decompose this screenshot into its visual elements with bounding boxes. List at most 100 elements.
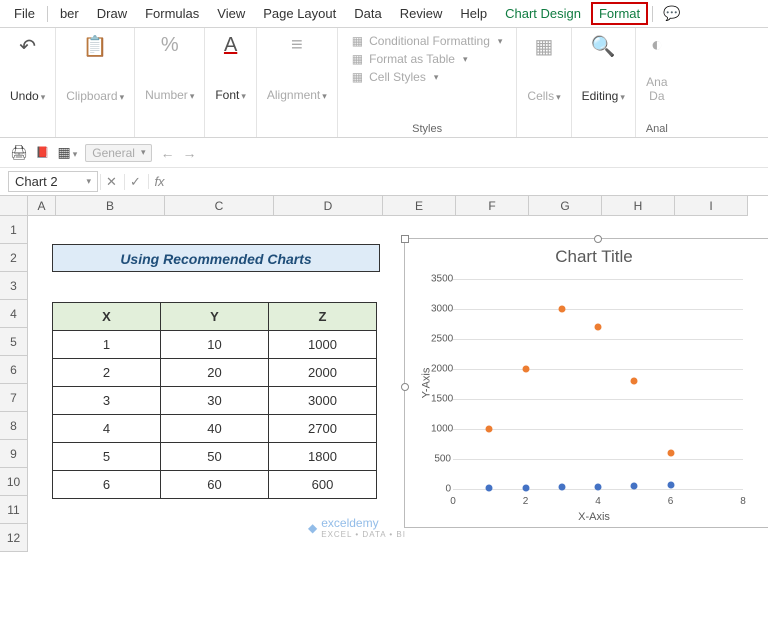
data-point[interactable] <box>486 426 493 433</box>
name-box[interactable]: Chart 2▾ <box>8 171 98 192</box>
cancel-icon[interactable]: ✕ <box>100 174 122 190</box>
tab-data[interactable]: Data <box>346 2 389 25</box>
tab-partial[interactable]: ber <box>52 2 87 25</box>
table-header[interactable]: Y <box>161 303 269 331</box>
increase-decimal-icon[interactable]: → <box>182 145 196 161</box>
table-cell[interactable]: 20 <box>161 359 269 387</box>
tab-format[interactable]: Format <box>591 2 648 25</box>
row-header[interactable]: 10 <box>0 468 28 496</box>
row-header[interactable]: 11 <box>0 496 28 524</box>
column-header[interactable]: B <box>56 196 165 216</box>
data-point[interactable] <box>558 306 565 313</box>
tab-help[interactable]: Help <box>452 2 495 25</box>
resize-handle[interactable] <box>594 235 602 243</box>
table-cell[interactable]: 600 <box>269 471 377 499</box>
data-point[interactable] <box>522 484 529 491</box>
tab-draw[interactable]: Draw <box>89 2 135 25</box>
row-header[interactable]: 9 <box>0 440 28 468</box>
table-cell[interactable]: 10 <box>161 331 269 359</box>
plot-area[interactable] <box>453 279 743 489</box>
table-header[interactable]: X <box>53 303 161 331</box>
print-icon[interactable]: 🖨 <box>10 144 28 161</box>
row-header[interactable]: 1 <box>0 216 28 244</box>
group-font[interactable]: A Font▾ <box>205 28 257 137</box>
chart-title[interactable]: Chart Title <box>405 239 768 271</box>
row-header[interactable]: 6 <box>0 356 28 384</box>
pdf-icon[interactable]: 📕 <box>36 146 50 159</box>
embedded-chart[interactable]: Chart Title Y-Axis Z-Axis X-Axis 0500100… <box>404 238 768 528</box>
column-header[interactable]: H <box>602 196 675 216</box>
conditional-formatting-button: ▦Conditional Formatting▾ <box>352 34 503 48</box>
decrease-decimal-icon[interactable]: ← <box>160 145 174 161</box>
resize-handle[interactable] <box>401 383 409 391</box>
row-header[interactable]: 3 <box>0 272 28 300</box>
select-all-corner[interactable] <box>0 196 28 216</box>
table-cell[interactable]: 60 <box>161 471 269 499</box>
tab-view[interactable]: View <box>209 2 253 25</box>
group-undo[interactable]: ↶ Undo▾ <box>0 28 56 137</box>
table-cell[interactable]: 2000 <box>269 359 377 387</box>
merged-title-cell[interactable]: Using Recommended Charts <box>52 244 380 272</box>
resize-handle[interactable] <box>401 235 409 243</box>
row-header[interactable]: 8 <box>0 412 28 440</box>
tab-pagelayout[interactable]: Page Layout <box>255 2 344 25</box>
data-point[interactable] <box>522 366 529 373</box>
table-header[interactable]: Z <box>269 303 377 331</box>
table-cell[interactable]: 2700 <box>269 415 377 443</box>
fx-icon[interactable]: fx <box>148 174 170 189</box>
data-point[interactable] <box>558 484 565 491</box>
table-cell[interactable]: 2 <box>53 359 161 387</box>
group-alignment[interactable]: ≡ Alignment▾ <box>257 28 338 137</box>
y-tick: 3500 <box>431 274 451 285</box>
table-cell[interactable]: 30 <box>161 387 269 415</box>
cells-area[interactable]: Using Recommended Charts XYZ 1101000 2202… <box>28 216 768 624</box>
data-point[interactable] <box>486 485 493 492</box>
group-analyze[interactable]: ◐ AnaDa Anal <box>636 28 678 137</box>
column-header[interactable]: G <box>529 196 602 216</box>
tab-chartdesign[interactable]: Chart Design <box>497 2 589 25</box>
enter-icon[interactable]: ✓ <box>124 174 146 190</box>
row-header[interactable]: 12 <box>0 524 28 552</box>
column-header[interactable]: F <box>456 196 529 216</box>
table-cell[interactable]: 1 <box>53 331 161 359</box>
x-axis-label[interactable]: X-Axis <box>578 511 610 523</box>
table-cell[interactable]: 3000 <box>269 387 377 415</box>
group-number[interactable]: % Number▾ <box>135 28 205 137</box>
data-point[interactable] <box>595 324 602 331</box>
tab-formulas[interactable]: Formulas <box>137 2 207 25</box>
data-point[interactable] <box>667 482 674 489</box>
font-label: Font▾ <box>215 88 246 102</box>
group-clipboard[interactable]: 📋 Clipboard▾ <box>56 28 135 137</box>
borders-icon[interactable]: ▦▾ <box>57 144 77 161</box>
data-point[interactable] <box>631 483 638 490</box>
cell-icon: ▦ <box>352 70 363 84</box>
column-header[interactable]: C <box>165 196 274 216</box>
table-cell[interactable]: 1000 <box>269 331 377 359</box>
table-cell[interactable]: 4 <box>53 415 161 443</box>
data-point[interactable] <box>631 378 638 385</box>
tab-divider <box>652 6 653 22</box>
column-header[interactable]: E <box>383 196 456 216</box>
table-cell[interactable]: 1800 <box>269 443 377 471</box>
x-tick: 0 <box>450 496 456 507</box>
data-point[interactable] <box>595 483 602 490</box>
table-cell[interactable]: 3 <box>53 387 161 415</box>
tab-file[interactable]: File <box>6 2 43 25</box>
tab-review[interactable]: Review <box>392 2 451 25</box>
column-header[interactable]: D <box>274 196 383 216</box>
table-cell[interactable]: 50 <box>161 443 269 471</box>
column-header[interactable]: I <box>675 196 748 216</box>
group-editing[interactable]: 🔍 Editing▾ <box>572 28 636 137</box>
data-table[interactable]: XYZ 110100022020003303000440270055018006… <box>52 302 377 499</box>
table-cell[interactable]: 40 <box>161 415 269 443</box>
column-header[interactable]: A <box>28 196 56 216</box>
row-header[interactable]: 5 <box>0 328 28 356</box>
table-cell[interactable]: 6 <box>53 471 161 499</box>
data-point[interactable] <box>667 450 674 457</box>
row-header[interactable]: 2 <box>0 244 28 272</box>
table-cell[interactable]: 5 <box>53 443 161 471</box>
comments-icon[interactable]: 💬 <box>663 5 680 22</box>
group-cells[interactable]: ▦ Cells▾ <box>517 28 571 137</box>
row-header[interactable]: 7 <box>0 384 28 412</box>
row-header[interactable]: 4 <box>0 300 28 328</box>
